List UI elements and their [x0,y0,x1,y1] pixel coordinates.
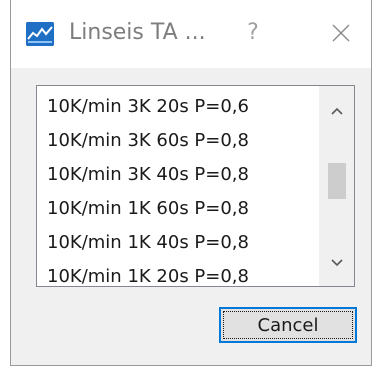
chevron-down-icon [330,259,343,267]
chevron-up-icon [330,107,343,115]
list-item[interactable]: 10K/min 1K 60s P=0,8 [37,192,318,226]
scroll-down-button[interactable] [319,246,354,280]
app-icon [26,22,54,46]
list-item[interactable]: 10K/min 1K 40s P=0,8 [37,226,318,260]
title-bar: Linseis TA ... ? [11,0,371,68]
window-title: Linseis TA ... [69,20,206,45]
profile-listbox[interactable]: 10K/min 3K 20s P=0,6 10K/min 3K 60s P=0,… [36,85,355,287]
list-item[interactable]: 10K/min 1K 20s P=0,8 [37,260,318,286]
focus-rect [223,311,353,339]
list-items: 10K/min 3K 20s P=0,6 10K/min 3K 60s P=0,… [37,86,318,286]
vertical-scrollbar[interactable] [319,86,354,286]
list-item[interactable]: 10K/min 3K 20s P=0,6 [37,90,318,124]
list-item[interactable]: 10K/min 3K 40s P=0,8 [37,158,318,192]
help-button[interactable]: ? [235,16,271,50]
scroll-up-button[interactable] [319,94,354,128]
scroll-thumb[interactable] [328,163,346,199]
cancel-button[interactable]: Cancel [219,307,357,343]
close-button[interactable] [321,16,361,50]
dialog-window: Linseis TA ... ? 10K/min 3K 20s P=0,6 10… [10,0,372,366]
close-icon [332,24,350,42]
list-item[interactable]: 10K/min 3K 60s P=0,8 [37,124,318,158]
